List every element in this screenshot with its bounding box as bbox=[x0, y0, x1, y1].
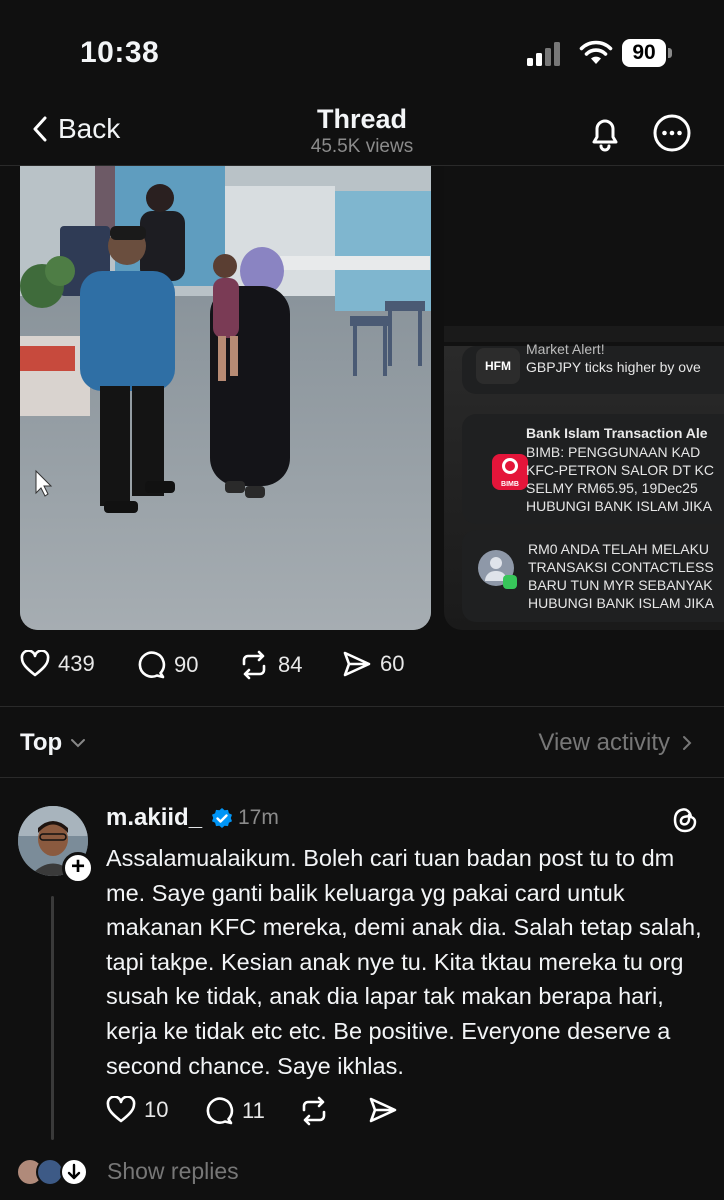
reply-text: Assalamualaikum. Boleh cari tuan badan p… bbox=[106, 845, 702, 1079]
replies-header: Top View activity bbox=[0, 706, 724, 778]
nav-bar: Back Thread 45.5K views bbox=[0, 100, 724, 166]
notification-bank-islam: BIMB Bank Islam Transaction Ale BIMB: PE… bbox=[462, 414, 724, 524]
comment-icon bbox=[206, 1097, 234, 1125]
notification-line: HUBUNGI BANK ISLAM JIKA bbox=[528, 595, 714, 611]
comment-icon bbox=[138, 651, 166, 679]
reply-like-count: 10 bbox=[144, 1097, 169, 1122]
send-icon bbox=[369, 1097, 397, 1123]
repost-button[interactable]: 84 bbox=[238, 650, 302, 680]
reply-timestamp: 17m bbox=[238, 806, 279, 829]
post-image-cctv[interactable] bbox=[20, 166, 431, 630]
show-replies-link[interactable]: Show replies bbox=[107, 1158, 239, 1185]
reply-share-button[interactable] bbox=[368, 1096, 398, 1124]
notification-line: HUBUNGI BANK ISLAM JIKA bbox=[526, 498, 712, 514]
reply-repost-button[interactable] bbox=[298, 1096, 330, 1126]
view-activity-link[interactable]: View activity bbox=[538, 729, 692, 757]
cctv-photo bbox=[20, 166, 431, 630]
hfm-app-icon: HFM bbox=[476, 348, 520, 384]
like-button[interactable]: 439 bbox=[20, 650, 95, 678]
reply-username[interactable]: m.akiid_ bbox=[106, 804, 202, 832]
notification-line: RM0 ANDA TELAH MELAKU bbox=[528, 541, 710, 557]
chevron-down-icon bbox=[71, 739, 86, 748]
hfm-label: HFM bbox=[485, 359, 511, 373]
notification-line: KFC-PETRON SALOR DT KC bbox=[526, 462, 714, 478]
post-image-notifications[interactable]: HFM Market Alert! GBPJPY ticks higher by… bbox=[444, 166, 724, 630]
follow-button[interactable]: + bbox=[62, 852, 94, 884]
notification-body: GBPJPY ticks higher by ove bbox=[526, 359, 701, 375]
notification-line: BIMB: PENGGUNAAN KAD bbox=[526, 444, 701, 460]
thread-line bbox=[51, 896, 54, 1140]
notification-transaction: RM0 ANDA TELAH MELAKU TRANSAKSI CONTACTL… bbox=[462, 530, 724, 622]
cellular-signal-icon bbox=[527, 42, 567, 66]
bimb-icon-label: BIMB bbox=[501, 481, 519, 488]
notification-title: Market Alert! bbox=[526, 341, 605, 357]
verified-badge-icon bbox=[212, 808, 232, 828]
share-button[interactable]: 60 bbox=[342, 650, 404, 678]
notification-line: SELMY RM65.95, 19Dec25 bbox=[526, 480, 698, 496]
repost-icon bbox=[302, 1096, 326, 1126]
more-options-icon[interactable] bbox=[652, 113, 692, 153]
like-count: 439 bbox=[58, 651, 95, 676]
notification-title: Bank Islam Transaction Ale bbox=[526, 425, 708, 441]
contact-avatar-icon bbox=[478, 550, 517, 589]
notification-market-alert: HFM Market Alert! GBPJPY ticks higher by… bbox=[462, 341, 724, 394]
sort-dropdown[interactable]: Top bbox=[20, 729, 86, 757]
heart-icon bbox=[106, 1096, 136, 1123]
chevron-right-icon bbox=[683, 736, 692, 750]
comment-button[interactable]: 90 bbox=[136, 650, 198, 680]
threads-logo-icon[interactable] bbox=[669, 804, 701, 836]
send-icon bbox=[343, 651, 371, 677]
reply-like-button[interactable]: 10 bbox=[106, 1096, 168, 1124]
status-time: 10:38 bbox=[80, 36, 160, 69]
notification-line: BARU TUN MYR SEBANYAK bbox=[528, 577, 713, 593]
reply-avatar bbox=[60, 1158, 88, 1186]
share-count: 60 bbox=[380, 651, 405, 676]
arrow-down-icon bbox=[67, 1163, 81, 1180]
status-bar: 10:38 90 bbox=[0, 0, 724, 100]
sort-label: Top bbox=[20, 729, 63, 756]
repost-icon bbox=[242, 650, 266, 680]
bimb-app-icon: BIMB bbox=[492, 454, 528, 490]
comment-count: 90 bbox=[174, 652, 199, 677]
reply-comment-button[interactable]: 11 bbox=[204, 1096, 265, 1126]
battery-icon: 90 bbox=[622, 39, 672, 67]
reply-comment-count: 11 bbox=[242, 1098, 265, 1123]
wifi-icon bbox=[579, 40, 613, 64]
battery-level: 90 bbox=[622, 39, 666, 67]
view-activity-label: View activity bbox=[538, 729, 670, 756]
heart-icon bbox=[20, 650, 50, 677]
bell-icon[interactable] bbox=[586, 114, 624, 152]
notification-line: TRANSAKSI CONTACTLESS bbox=[528, 559, 714, 575]
repost-count: 84 bbox=[278, 652, 303, 677]
